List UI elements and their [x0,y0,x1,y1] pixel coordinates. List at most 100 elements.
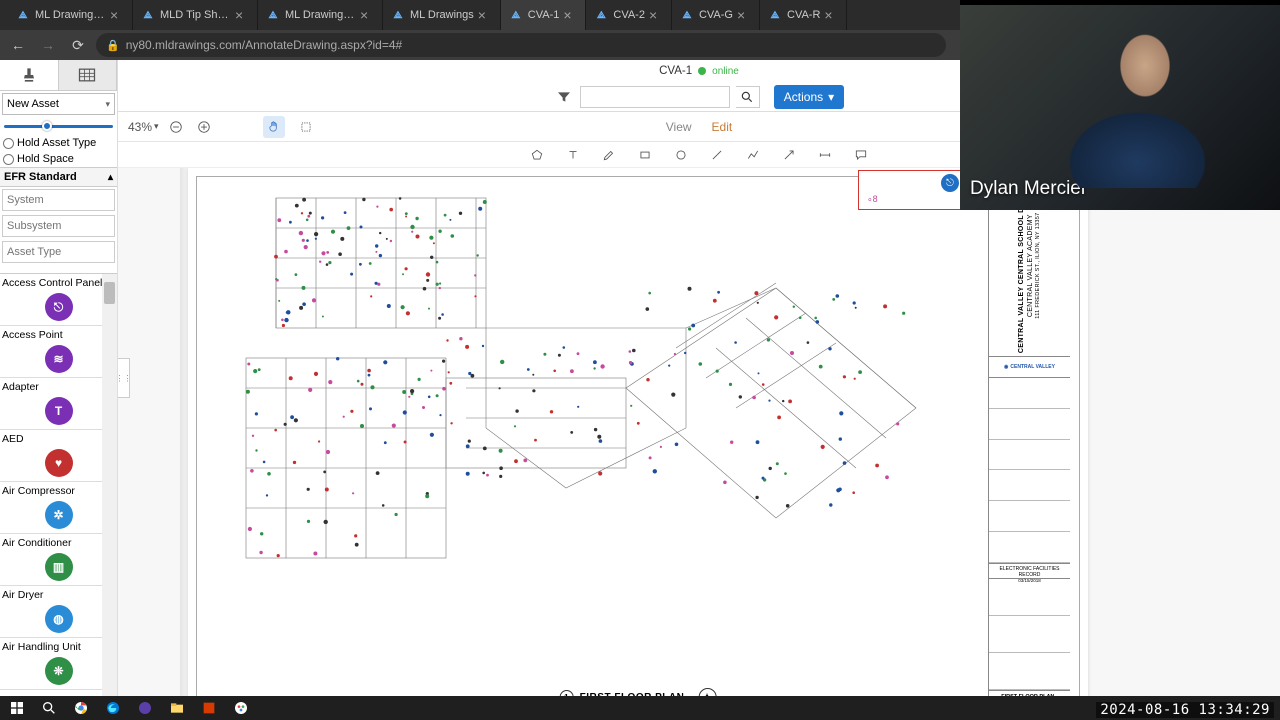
plan-title: 1 FIRST FLOOR PLAN ✦ [560,688,717,696]
asset-label: Adapter [2,380,115,395]
tab-close-button[interactable]: × [110,8,124,22]
tab-close-button[interactable]: × [360,8,374,22]
sidebar-mode-stamp[interactable] [0,60,59,90]
asset-palette-item[interactable]: AdapterT [0,378,117,430]
zoom-in-button[interactable] [193,116,215,138]
taskbar-chrome-icon[interactable] [68,697,94,719]
asset-icon: ≋ [45,345,73,373]
tab-close-button[interactable]: × [737,8,751,22]
search-button[interactable] [736,86,760,108]
system-input[interactable] [2,189,115,211]
browser-tab[interactable]: ⟁CVA-2× [586,0,672,30]
nav-forward-button[interactable]: → [36,33,60,57]
asset-icon: ♥ [45,449,73,477]
tab-close-button[interactable]: × [649,8,663,22]
nav-back-button[interactable]: ← [6,33,30,57]
select-tool-button[interactable] [295,116,317,138]
asset-palette-item[interactable]: AED♥ [0,430,117,482]
subsystem-input[interactable] [2,215,115,237]
start-button[interactable] [4,697,30,719]
taskbar-search-button[interactable] [36,697,62,719]
browser-tab[interactable]: ⟁CVA-R× [760,0,847,30]
asset-palette-item[interactable]: Access Control Panel ⎋ [0,274,117,326]
asset-label: Air Conditioner [2,536,115,551]
tab-favicon-icon: ⟁ [768,8,782,22]
lock-icon: 🔒 [106,39,120,52]
tab-view[interactable]: View [666,120,692,134]
tab-favicon-icon: ⟁ [509,8,523,22]
dimension-tool-button[interactable] [814,144,836,166]
asset-icon: ▥ [45,553,73,581]
polyline-tool-button[interactable] [742,144,764,166]
comment-tool-button[interactable] [850,144,872,166]
tab-label: CVA-1 [528,9,560,21]
asset-icon: ⎋ [45,293,73,321]
nav-reload-button[interactable]: ⟳ [66,33,90,57]
video-call-overlay: Dylan Mercier [960,0,1280,210]
search-input[interactable] [580,86,730,108]
efr-standard-header[interactable]: EFR Standard [0,167,117,187]
new-asset-select[interactable]: New Asset [2,93,115,115]
browser-tab[interactable]: ⟁ML Drawings× [383,0,501,30]
tab-close-button[interactable]: × [824,8,838,22]
asset-palette-item[interactable]: Air Handling Unit ❊ [0,638,117,690]
grid-icon [77,65,97,85]
asset-palette-item[interactable]: Air Dryer◍ [0,586,117,638]
pan-tool-button[interactable] [263,116,285,138]
taskbar-edge-icon[interactable] [100,697,126,719]
rect-tool-button[interactable] [634,144,656,166]
asset-label: Air Handling Unit [2,640,115,655]
filter-button[interactable] [554,87,574,107]
sidebar-collapse-handle[interactable]: ⋮⋮ [118,358,130,398]
shape-pentagon-button[interactable] [526,144,548,166]
tab-favicon-icon: ⟁ [16,8,30,22]
asset-scrollbar[interactable] [102,274,117,696]
tab-label: ML Drawings [410,9,474,21]
hold-asset-type-checkbox[interactable]: Hold Asset Type [0,135,117,151]
recording-timestamp: 2024-08-16 13:34:29 [1096,702,1274,718]
asset-palette-item[interactable]: Air Conditioner ▥ [0,534,117,586]
zoom-level[interactable]: 43% ▾ [128,120,159,134]
asset-palette-item[interactable]: Air Compressor✲ [0,482,117,534]
actions-button[interactable]: Actions▾ [774,85,844,109]
circle-tool-button[interactable] [670,144,692,166]
asset-icon: ◍ [45,605,73,633]
title-block: CENTRAL VALLEY CENTRAL SCHOOL DISTRICT C… [988,176,1070,696]
tab-edit[interactable]: Edit [712,120,733,134]
asset-label: Access Point [2,328,115,343]
line-tool-button[interactable] [706,144,728,166]
drawing-canvas[interactable]: ⎋ ∘8 [118,168,1280,696]
browser-tab[interactable]: ⟁CVA-G× [672,0,760,30]
tab-label: ML Drawings Emerg… [285,9,356,21]
icon-size-slider[interactable] [4,119,113,133]
tab-close-button[interactable]: × [563,8,577,22]
asset-icon: ✲ [45,501,73,529]
asset-icon: ❊ [45,657,73,685]
hold-space-checkbox[interactable]: Hold Space [0,151,117,167]
sidebar-mode-grid[interactable] [59,60,118,90]
browser-tab[interactable]: ⟁ML Drawings Emerg…× [258,0,383,30]
arrow-tool-button[interactable] [778,144,800,166]
url-field[interactable]: 🔒 ny80.mldrawings.com/AnnotateDrawing.as… [96,33,946,57]
floorplan-graphic [216,178,956,598]
asset-palette: Access Control Panel ⎋ Access Point ≋ Adapte… [0,273,117,696]
browser-tab[interactable]: ⟁MLD Tip Sheet - Bui…× [133,0,258,30]
text-tool-button[interactable] [562,144,584,166]
tab-favicon-icon: ⟁ [141,8,155,22]
asset-palette-item[interactable]: Access Point ≋ [0,326,117,378]
tab-close-button[interactable]: × [478,8,492,22]
stamp-icon [19,65,39,85]
taskbar-app-icon[interactable] [132,697,158,719]
tab-close-button[interactable]: × [235,8,249,22]
asset-type-input[interactable] [2,241,115,263]
taskbar-app2-icon[interactable] [196,697,222,719]
tab-label: CVA-G [699,9,733,21]
asset-label: Access Control Panel [2,276,115,291]
zoom-out-button[interactable] [165,116,187,138]
pen-tool-button[interactable] [598,144,620,166]
taskbar-app3-icon[interactable] [228,697,254,719]
browser-tab[interactable]: ⟁ ML Drawings Emerg… × [8,0,133,30]
taskbar-explorer-icon[interactable] [164,697,190,719]
browser-tab[interactable]: ⟁ CVA-1× [501,0,587,30]
tab-label: ML Drawings Emerg… [35,9,106,21]
